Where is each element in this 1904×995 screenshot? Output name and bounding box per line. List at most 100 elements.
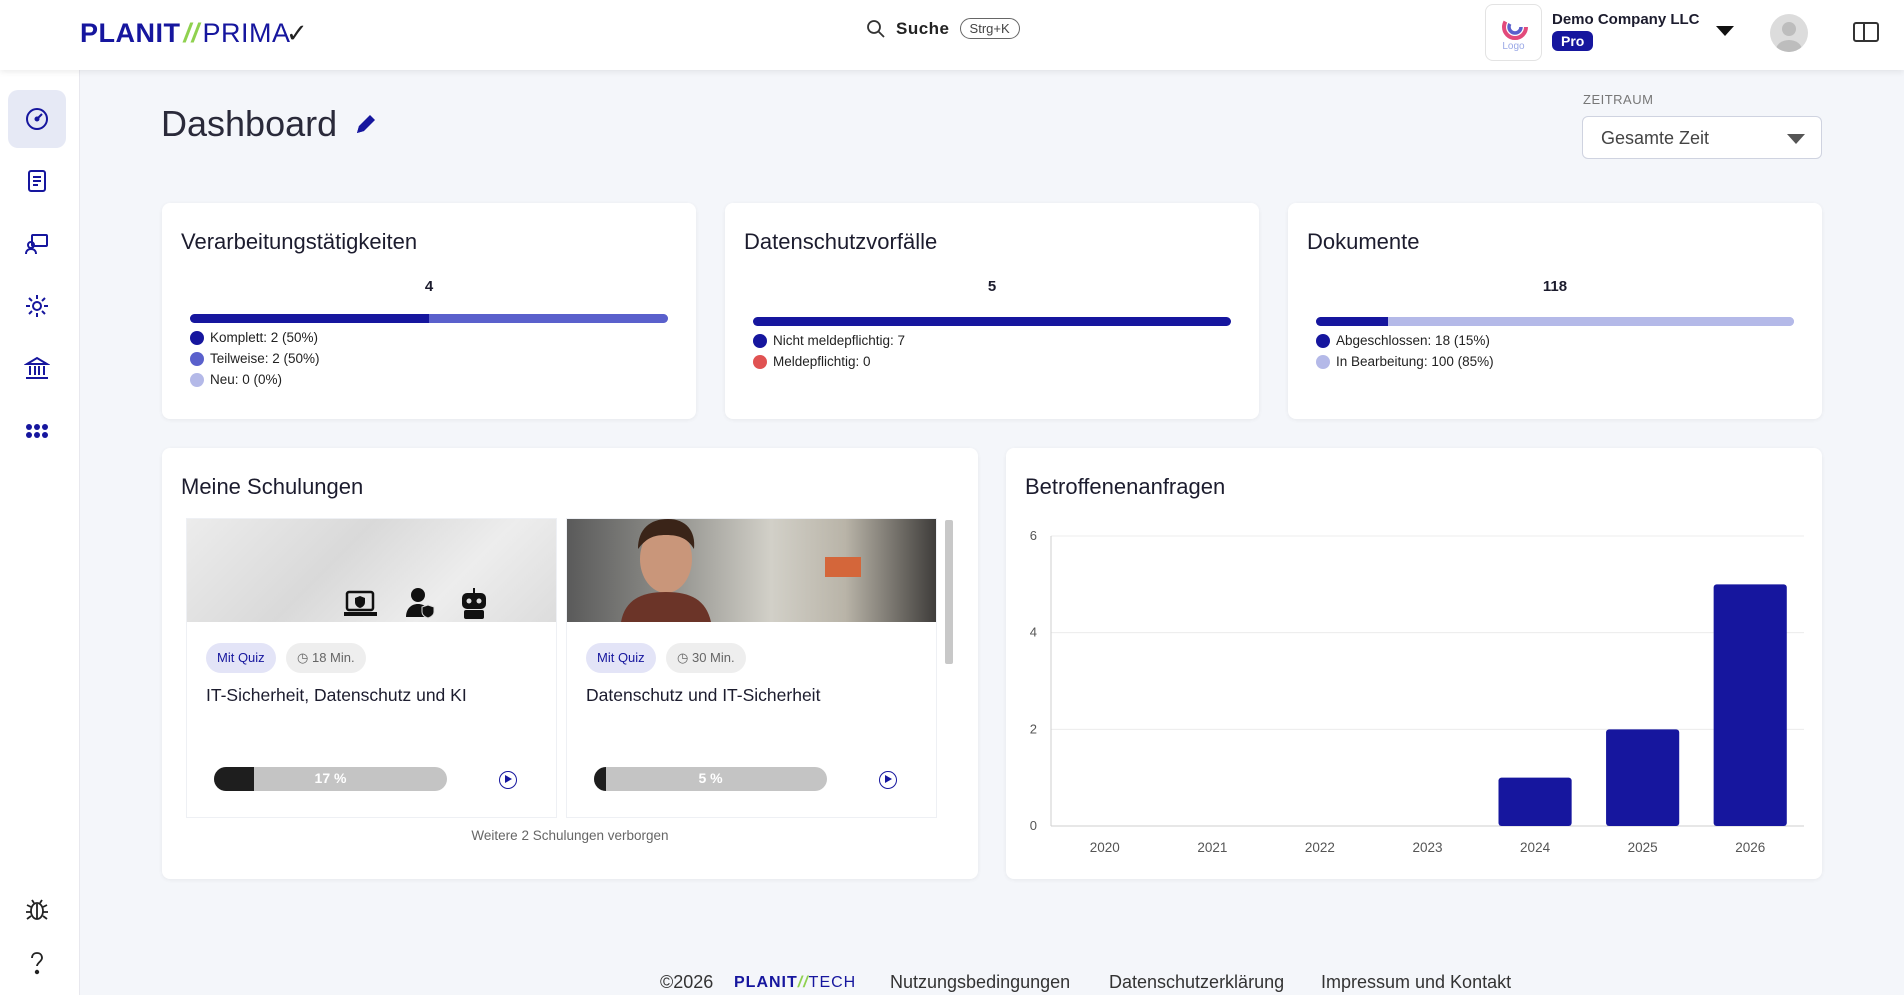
footer-link-nutzungsbedingungen[interactable]: Nutzungsbedingungen xyxy=(890,972,1070,993)
app-logo[interactable]: PLANIT // PRIMA xyxy=(80,16,291,50)
robot-ai-icon xyxy=(462,588,486,619)
legend-item: Komplett: 2 (50%) xyxy=(190,327,320,348)
sidebar-item-help[interactable] xyxy=(8,934,66,992)
apps-grid-icon xyxy=(26,424,48,438)
stat-card-dokumente[interactable]: Dokumente 118 Abgeschlossen: 18 (15%) In… xyxy=(1288,203,1822,419)
page-title-text: Dashboard xyxy=(161,103,338,144)
legend-item: Meldepflichtig: 0 xyxy=(753,351,905,372)
search-trigger[interactable]: Suche Strg+K xyxy=(866,18,1020,39)
stat-legend: Nicht meldepflichtig: 7 Meldepflichtig: … xyxy=(753,330,905,372)
x-tick-label: 2023 xyxy=(1412,840,1442,855)
avatar[interactable] xyxy=(1770,14,1808,52)
training-card[interactable]: Mit Quiz ◷ 18 Min. IT-Sicherheit, Datens… xyxy=(186,518,557,818)
footer-brand-left: PLANIT xyxy=(734,974,798,991)
x-tick-label: 2022 xyxy=(1305,840,1335,855)
legend-dot xyxy=(1316,354,1330,369)
sidebar xyxy=(0,70,80,995)
legend-dot xyxy=(190,351,204,366)
legend-item: In Bearbeitung: 100 (85%) xyxy=(1316,351,1494,372)
company-name: Demo Company LLC xyxy=(1552,11,1700,28)
legend-label: Nicht meldepflichtig: 7 xyxy=(773,333,906,348)
sidebar-item-apps[interactable] xyxy=(8,402,66,460)
company-logo-text: Logo xyxy=(1502,41,1525,52)
bar-segment-teilweise xyxy=(429,314,668,323)
x-tick-label: 2021 xyxy=(1197,840,1227,855)
stat-bar xyxy=(190,314,668,323)
plan-badge: Pro xyxy=(1552,31,1594,51)
chevron-down-icon[interactable] xyxy=(1716,26,1734,36)
footer-brand[interactable]: PLANIT//TECH xyxy=(734,974,856,992)
legend-dot xyxy=(753,333,767,348)
sidebar-item-documents[interactable] xyxy=(8,152,66,210)
sidebar-item-dashboard[interactable] xyxy=(8,90,66,148)
x-tick-label: 2025 xyxy=(1628,840,1658,855)
bar-2026 xyxy=(1713,584,1787,826)
y-tick-label: 4 xyxy=(1030,625,1037,640)
trainings-title: Meine Schulungen xyxy=(181,474,364,499)
progress-label: 17 % xyxy=(314,770,347,786)
legend-item: Neu: 0 (0%) xyxy=(190,369,320,390)
footer-brand-sep: // xyxy=(797,974,809,991)
gear-icon xyxy=(26,295,48,317)
zeitraum-select[interactable]: Gesamte Zeit xyxy=(1582,116,1822,159)
legend-label: Teilweise: 2 (50%) xyxy=(210,351,320,366)
play-icon[interactable] xyxy=(879,771,897,789)
legend-dot xyxy=(753,354,767,369)
check-icon[interactable]: ✓ xyxy=(286,18,308,49)
training-card[interactable]: Mit Quiz ◷ 30 Min. Datenschutz und IT-Si… xyxy=(566,518,937,818)
search-label: Suche xyxy=(896,18,950,38)
company-switcher[interactable]: Demo Company LLC Pro xyxy=(1552,11,1700,51)
clock-icon: ◷ xyxy=(297,650,312,665)
stat-card-vorfaelle[interactable]: Datenschutzvorfälle 5 Nicht meldepflicht… xyxy=(725,203,1259,419)
footer-link-datenschutz[interactable]: Datenschutzerklärung xyxy=(1109,972,1284,993)
pencil-icon[interactable] xyxy=(353,111,379,137)
x-tick-label: 2026 xyxy=(1735,840,1765,855)
laptop-shield-icon xyxy=(344,590,377,616)
sidebar-item-settings[interactable] xyxy=(8,277,66,335)
requests-card: Betroffenenanfragen 0 2 4 6 2020 2021 2022 2023… xyxy=(1006,448,1822,879)
stat-total: 118 xyxy=(1542,278,1568,295)
x-tick-label: 2024 xyxy=(1520,840,1551,855)
page-title: Dashboard xyxy=(161,103,379,145)
bar-segment-nicht-meldepflichtig xyxy=(753,317,1231,326)
dashboard-gauge-icon xyxy=(26,108,48,130)
footer-link-impressum[interactable]: Impressum und Kontakt xyxy=(1321,972,1511,993)
stat-bar xyxy=(1316,317,1794,326)
legend-label: Abgeschlossen: 18 (15%) xyxy=(1336,333,1490,348)
stat-total: 4 xyxy=(424,278,434,295)
legend-dot xyxy=(1316,333,1330,348)
sidebar-toggle-icon[interactable] xyxy=(1853,22,1879,42)
bank-icon xyxy=(24,356,50,379)
legend-item: Teilweise: 2 (50%) xyxy=(190,348,320,369)
quiz-chip: Mit Quiz xyxy=(586,643,656,673)
play-icon[interactable] xyxy=(499,771,517,789)
duration-chip: ◷ 30 Min. xyxy=(666,643,746,673)
bar-2025 xyxy=(1606,729,1680,826)
footer-brand-right: TECH xyxy=(808,974,857,991)
y-tick-label: 0 xyxy=(1030,818,1037,833)
stat-card-title: Verarbeitungstätigkeiten xyxy=(181,229,418,254)
bar-segment-in-bearbeitung xyxy=(1387,317,1794,326)
bar-2024 xyxy=(1498,777,1572,826)
sidebar-item-bug-report[interactable] xyxy=(8,880,66,938)
stat-card-verarbeitung[interactable]: Verarbeitungstätigkeiten 4 Komplett: 2 (… xyxy=(162,203,696,419)
legend-dot xyxy=(190,372,204,387)
legend-label: Komplett: 2 (50%) xyxy=(210,330,319,345)
zeitraum-value: Gesamte Zeit xyxy=(1601,128,1710,148)
stat-legend: Abgeschlossen: 18 (15%) In Bearbeitung: … xyxy=(1316,330,1494,372)
legend-item: Nicht meldepflichtig: 7 xyxy=(753,330,905,351)
duration-text: 30 Min. xyxy=(691,650,735,665)
stat-legend: Komplett: 2 (50%) Teilweise: 2 (50%) Neu… xyxy=(190,327,320,390)
scrollbar[interactable] xyxy=(945,520,953,664)
legend-label: In Bearbeitung: 100 (85%) xyxy=(1336,354,1494,369)
help-icon xyxy=(31,952,43,975)
bug-icon xyxy=(26,899,48,920)
sidebar-item-trainings[interactable] xyxy=(8,215,66,273)
training-title: Datenschutz und IT-Sicherheit xyxy=(586,685,821,705)
top-bar: PLANIT // PRIMA ✓ Suche Strg+K Logo Demo… xyxy=(0,0,1904,70)
company-logo[interactable]: Logo xyxy=(1485,4,1542,61)
training-thumbnail xyxy=(187,519,556,622)
stat-card-title: Datenschutzvorfälle xyxy=(744,229,938,254)
sidebar-item-institution[interactable] xyxy=(8,339,66,397)
training-title: IT-Sicherheit, Datenschutz und KI xyxy=(206,685,467,705)
